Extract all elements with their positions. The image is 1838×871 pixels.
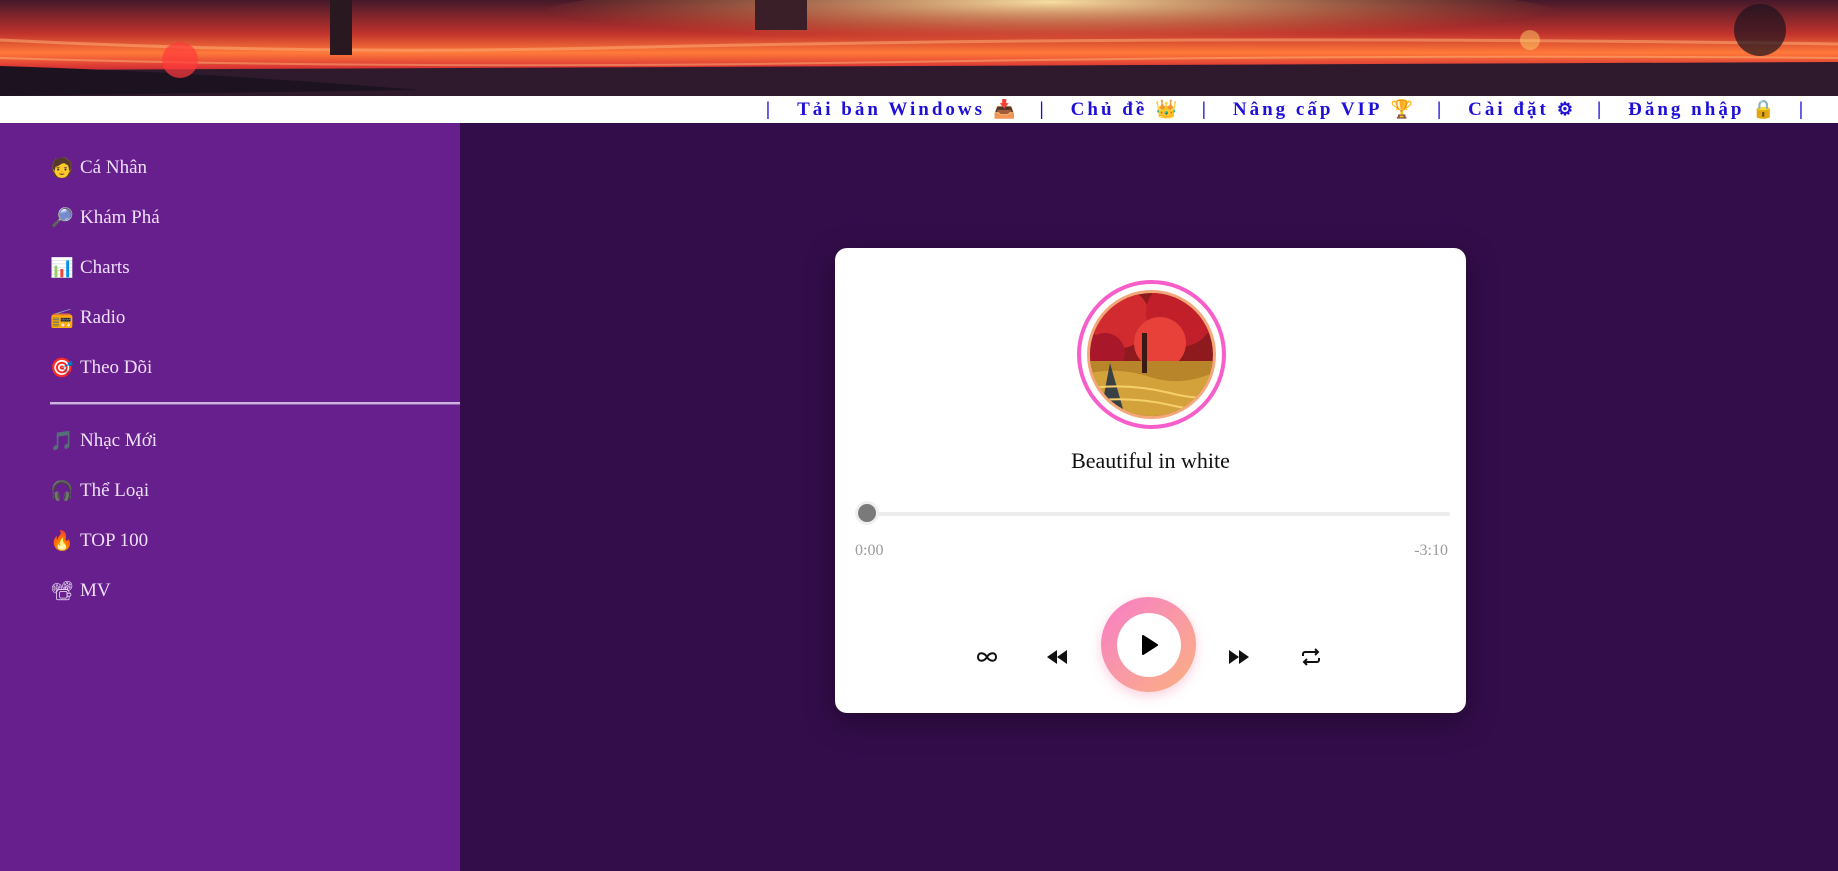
progress-thumb[interactable] [855,501,879,525]
sidebar-item-label: Nhạc Mới [80,430,158,451]
nav-login-label: Đăng nhập [1628,98,1745,120]
sidebar-item-top-100[interactable]: 🔥 TOP 100 [50,526,148,556]
music-player-card: Beautiful in white 0:00 -3:10 [835,248,1466,713]
sidebar-item-label: Thể Loại [80,480,150,501]
person-icon: 🧑 [50,158,74,179]
inbox-tray-icon: 📥 [993,99,1016,119]
nav-separator: | [1436,98,1445,120]
nav-separator: | [765,98,774,120]
nav-theme[interactable]: Chủ đề 👑 [1071,99,1178,121]
album-art [1087,290,1216,419]
nav-download-windows-label: Tải bản Windows [797,98,986,120]
rewind-button[interactable] [1042,642,1072,672]
nav-separator: | [1596,98,1605,120]
magnifier-icon: 🔎 [50,208,74,229]
sidebar-item-mv[interactable]: 📽 MV [50,576,111,606]
sidebar-item-label: Radio [80,307,126,328]
nav-upgrade-vip[interactable]: Nâng cấp VIP 🏆 [1233,99,1413,121]
fast-forward-button[interactable] [1224,642,1254,672]
sidebar-item-theo-doi[interactable]: 🎯 Theo Dõi [50,353,152,383]
lock-icon: 🔒 [1752,99,1775,119]
nav-settings[interactable]: Cài đặt ⚙ [1468,99,1573,121]
sidebar-item-radio[interactable]: 📻 Radio [50,303,125,333]
target-icon: 🎯 [50,358,74,379]
sidebar-item-nhac-moi[interactable]: 🎵 Nhạc Mới [50,426,157,456]
fast-forward-icon [1229,650,1249,664]
play-icon [1141,634,1158,655]
headphones-icon: 🎧 [50,481,74,502]
play-button-inner [1116,612,1181,677]
sidebar-item-label: MV [80,580,111,601]
album-art-ring [1077,280,1226,429]
sidebar-item-kham-pha[interactable]: 🔎 Khám Phá [50,203,160,233]
gear-icon: ⚙ [1556,99,1573,119]
bar-chart-icon: 📊 [50,258,74,279]
sidebar-item-label: TOP 100 [80,530,149,551]
nav-separator: | [1201,98,1209,120]
infinity-icon [976,652,998,662]
infinity-button[interactable] [972,642,1002,672]
nav-separator: | [1039,98,1047,120]
nav-download-windows[interactable]: Tải bản Windows 📥 [797,99,1015,121]
play-button[interactable] [1101,597,1196,692]
trophy-icon: 🏆 [1390,99,1413,119]
sidebar-item-label: Khám Phá [80,207,160,228]
header-banner [0,0,1838,96]
fire-icon: 🔥 [50,531,74,552]
nav-login[interactable]: Đăng nhập 🔒 [1628,99,1775,121]
repeat-icon [1302,648,1320,666]
album-artwork [1090,293,1213,416]
current-time: 0:00 [855,542,884,559]
film-projector-icon: 📽 [50,581,75,602]
progress-track[interactable] [860,512,1450,516]
banner-artwork [0,0,1838,96]
nav-upgrade-vip-label: Nâng cấp VIP [1232,98,1383,120]
nav-settings-label: Cài đặt [1468,98,1549,120]
sidebar-item-label: Theo Dõi [80,357,153,378]
sidebar-item-label: Cá Nhân [80,157,148,178]
sidebar-divider [50,402,460,405]
music-note-icon: 🎵 [50,431,74,452]
rewind-icon [1047,650,1067,664]
top-navigation: | Tải bản Windows 📥 | Chủ đề 👑 | Nâng cấ… [0,96,1838,123]
repeat-button[interactable] [1296,642,1326,672]
sidebar-item-label: Charts [80,257,130,278]
crown-icon: 👑 [1155,99,1178,119]
remaining-time: -3:10 [1414,542,1448,559]
sidebar-item-ca-nhan[interactable]: 🧑 Cá Nhân [50,153,147,183]
nav-separator: | [1798,98,1806,120]
radio-icon: 📻 [50,308,74,329]
sidebar: 🧑 Cá Nhân 🔎 Khám Phá 📊 Charts 📻 Radio 🎯 … [0,123,460,871]
sidebar-item-charts[interactable]: 📊 Charts [50,253,130,283]
sidebar-item-the-loai[interactable]: 🎧 Thể Loại [50,476,149,506]
song-title: Beautiful in white [1071,448,1230,473]
nav-theme-label: Chủ đề [1070,98,1148,120]
